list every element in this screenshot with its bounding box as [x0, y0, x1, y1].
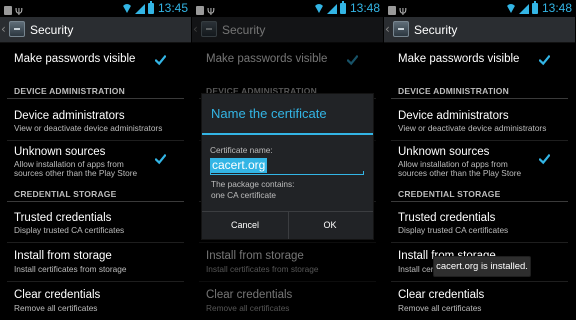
certificate-name-label: Certificate name:: [210, 145, 273, 155]
item-title: Unknown sources: [14, 146, 106, 158]
item-summary: Remove all certificates: [14, 303, 98, 313]
wifi-icon: [505, 4, 516, 13]
clear-credentials-row[interactable]: Clear credentials Remove all certificates: [384, 282, 575, 320]
section-divider: [391, 201, 568, 202]
status-clock: 13:48: [349, 1, 380, 15]
checkbox-checked-icon[interactable]: [155, 55, 166, 66]
certificate-name-value[interactable]: cacert.org: [210, 158, 268, 173]
back-arrow-icon[interactable]: ‹: [1, 22, 6, 37]
item-summary: sources other than the Play Store: [14, 168, 138, 178]
unknown-sources-row[interactable]: Unknown sourcesAllow installation of app…: [384, 141, 575, 184]
item-summary: Display trusted CA certificates: [398, 225, 509, 235]
item-summary: View or deactivate device administrators: [398, 123, 547, 133]
item-title: Device administrators: [14, 110, 125, 122]
trusted-credentials-row[interactable]: Trusted credentialsDisplay trusted CA ce…: [384, 204, 575, 242]
status-clock: 13:45: [157, 1, 188, 15]
system-icons: 13:45: [121, 1, 188, 16]
dialog-title: Name the certificate: [211, 106, 327, 121]
section-header-credential-storage: CREDENTIAL STORAGE: [384, 186, 575, 202]
battery-icon: [339, 1, 346, 14]
item-title: Make passwords visible: [398, 53, 520, 65]
system-icons: 13:48: [505, 1, 572, 16]
action-bar[interactable]: ‹ Security: [384, 17, 575, 43]
field-underline-left-tick: [210, 171, 211, 175]
item-title: Make passwords visible: [14, 53, 136, 65]
status-clock: 13:48: [541, 1, 572, 15]
checkbox-checked-icon[interactable]: [155, 154, 166, 165]
security-settings-icon: [388, 6, 396, 15]
cancel-button[interactable]: Cancel: [202, 212, 289, 239]
signal-icon: [518, 3, 529, 14]
wifi-icon: [121, 4, 132, 13]
signal-icon: [326, 3, 337, 14]
status-bar: Ψ 13:48: [192, 0, 383, 18]
trusted-credentials-row[interactable]: Trusted credentialsDisplay trusted CA ce…: [0, 204, 191, 242]
package-contents-info: The package contains: one CA certificate: [211, 179, 294, 201]
make-passwords-visible-row[interactable]: Make passwords visible: [0, 43, 191, 79]
item-summary: View or deactivate device administrators: [14, 123, 163, 133]
ok-button[interactable]: OK: [287, 212, 373, 239]
screen-name-certificate-dialog: Ψ13:48‹SecurityMake passwords visibleDEV…: [192, 0, 383, 320]
item-summary: Display trusted CA certificates: [14, 225, 125, 235]
section-header-label: CREDENTIAL STORAGE: [398, 189, 501, 199]
section-header-credential-storage: CREDENTIAL STORAGE: [0, 186, 191, 202]
security-settings-icon[interactable]: [9, 21, 25, 37]
screen-security-settings-before: Ψ 13:45 ‹ Security Make passwords visible DEV…: [0, 0, 191, 320]
signal-icon: [134, 3, 145, 14]
back-arrow-icon[interactable]: ‹: [385, 22, 390, 37]
item-summary: Remove all certificates: [398, 303, 482, 313]
make-passwords-visible-row[interactable]: Make passwords visible: [384, 43, 575, 79]
item-title: Trusted credentials: [398, 212, 496, 224]
checkbox-checked-icon[interactable]: [539, 154, 550, 165]
device-administrators-row[interactable]: Device administratorsView or deactivate …: [0, 102, 191, 140]
item-title: Clear credentials: [14, 289, 101, 301]
field-underline: [210, 174, 364, 175]
wifi-icon: [313, 4, 324, 13]
item-summary: sources other than the Play Store: [398, 168, 522, 178]
unknown-sources-row[interactable]: Unknown sourcesAllow installation of app…: [0, 141, 191, 184]
item-title: Clear credentials: [398, 289, 485, 301]
action-bar[interactable]: ‹ Security: [0, 17, 191, 43]
dialog-button-bar: Cancel OK: [202, 211, 373, 239]
status-bar: Ψ 13:45: [0, 0, 191, 18]
battery-icon: [531, 1, 538, 14]
section-divider: [7, 98, 184, 99]
package-contents-line2: one CA certificate: [211, 190, 277, 200]
certificate-name-field[interactable]: cacert.org: [210, 157, 364, 175]
security-settings-icon[interactable]: [393, 21, 409, 37]
system-icons: 13:48: [313, 1, 380, 16]
name-certificate-dialog: Name the certificate Certificate name: c…: [201, 93, 374, 240]
section-header-label: CREDENTIAL STORAGE: [14, 189, 117, 199]
package-contents-line1: The package contains:: [211, 179, 295, 189]
section-header-label: DEVICE ADMINISTRATION: [14, 86, 125, 96]
dialog-title-divider: [202, 133, 373, 135]
page-title: Security: [30, 23, 74, 37]
section-header-label: DEVICE ADMINISTRATION: [398, 86, 509, 96]
item-title: Install from storage: [14, 250, 112, 262]
section-header-device-administration: DEVICE ADMINISTRATION: [384, 83, 575, 99]
install-success-toast: cacert.org is installed.: [433, 256, 531, 277]
page-title: Security: [414, 23, 458, 37]
item-title: Trusted credentials: [14, 212, 112, 224]
checkbox-checked-icon[interactable]: [539, 55, 550, 66]
install-from-storage-row[interactable]: Install from storage Install certificates…: [0, 243, 191, 281]
security-settings-icon: [196, 6, 204, 15]
status-bar: Ψ 13:48: [384, 0, 575, 18]
item-title: Unknown sources: [398, 146, 490, 158]
section-divider: [7, 201, 184, 202]
section-divider: [391, 98, 568, 99]
security-settings-icon: [4, 6, 12, 15]
item-title: Device administrators: [398, 110, 509, 122]
item-summary: Install certificates from storage: [14, 264, 127, 274]
clear-credentials-row[interactable]: Clear credentials Remove all certificates: [0, 282, 191, 320]
device-administrators-row[interactable]: Device administratorsView or deactivate …: [384, 102, 575, 140]
section-header-device-administration: DEVICE ADMINISTRATION: [0, 83, 191, 99]
battery-icon: [147, 1, 154, 14]
field-underline-right-tick: [363, 171, 364, 175]
